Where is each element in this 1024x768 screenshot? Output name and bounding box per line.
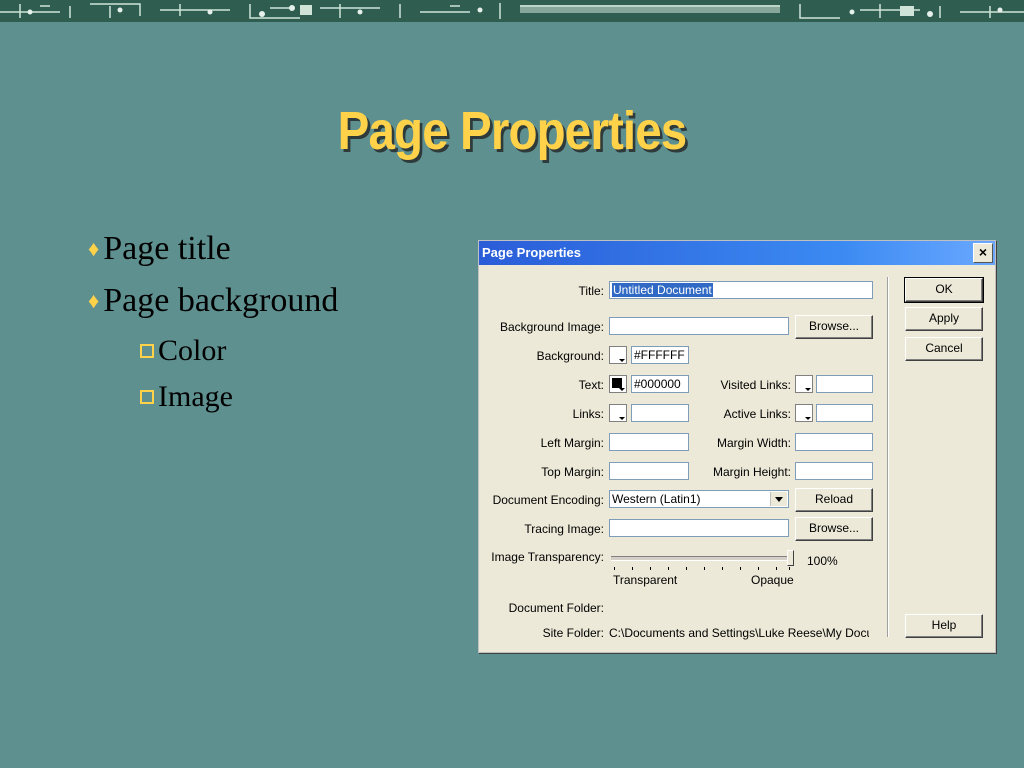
text-color-input[interactable]: #000000 [631, 375, 689, 393]
links-color-input[interactable] [631, 404, 689, 422]
background-color-input[interactable]: #FFFFFF [631, 346, 689, 364]
transparent-label: Transparent [613, 573, 678, 587]
swatch-fill [612, 378, 622, 388]
active-links-input[interactable] [816, 404, 873, 422]
margin-height-label: Margin Height: [712, 465, 791, 479]
bullet-text: Page title [103, 230, 231, 267]
image-transparency-label: Image Transparency: [491, 550, 604, 564]
margin-width-label: Margin Width: [716, 436, 791, 450]
sub-list-item: Image [140, 380, 468, 414]
cancel-button[interactable]: Cancel [905, 337, 983, 361]
sub-bullet-text: Color [158, 334, 227, 367]
links-color-label: Links: [572, 407, 604, 421]
links-color-swatch[interactable] [609, 404, 627, 422]
tracing-image-input[interactable] [609, 519, 789, 537]
top-margin-label: Top Margin: [541, 465, 604, 479]
background-color-label: Background: [536, 349, 604, 363]
slide-title: Page Properties [337, 101, 688, 161]
slider-tick [789, 567, 790, 570]
dropdown-arrow-icon [805, 417, 811, 420]
top-margin-input[interactable] [609, 462, 689, 480]
title-label: Title: [578, 284, 604, 298]
title-input[interactable]: Untitled Document [609, 281, 873, 299]
left-margin-input[interactable] [609, 433, 689, 451]
slider-tick [776, 567, 777, 570]
slider-tick [740, 567, 741, 570]
tracing-image-label: Tracing Image: [524, 522, 604, 536]
left-margin-label: Left Margin: [540, 436, 604, 450]
close-icon: × [978, 244, 988, 260]
close-button[interactable]: × [973, 243, 993, 263]
diamond-bullet-icon: ♦ [88, 288, 100, 313]
transparency-value: 100% [807, 554, 838, 568]
visited-links-label: Visited Links: [720, 378, 791, 392]
document-folder-label: Document Folder: [508, 601, 604, 615]
bullet-text: Page background [103, 282, 339, 319]
site-folder-value: C:\Documents and Settings\Luke Reese\My … [609, 626, 869, 640]
visited-links-input[interactable] [816, 375, 873, 393]
margin-width-input[interactable] [795, 433, 873, 451]
transparency-slider-thumb[interactable] [787, 550, 794, 566]
slider-tick [704, 567, 705, 570]
slider-tick [614, 567, 615, 570]
sub-list-item: Color [140, 334, 468, 368]
opaque-label: Opaque [751, 573, 794, 587]
background-color-swatch[interactable] [609, 346, 627, 364]
browse-background-button[interactable]: Browse... [795, 315, 873, 339]
dropdown-arrow-icon [619, 417, 625, 420]
slider-tick [722, 567, 723, 570]
vertical-divider [887, 277, 888, 637]
background-image-label: Background Image: [499, 320, 604, 334]
apply-button[interactable]: Apply [905, 307, 983, 331]
background-image-input[interactable] [609, 317, 789, 335]
list-item: ♦ Page title [88, 230, 468, 268]
active-links-label: Active Links: [723, 407, 791, 421]
site-folder-label: Site Folder: [542, 626, 604, 640]
slider-tick [686, 567, 687, 570]
margin-height-input[interactable] [795, 462, 873, 480]
visited-links-swatch[interactable] [795, 375, 813, 393]
list-item: ♦ Page background [88, 282, 468, 320]
slider-tick [668, 567, 669, 570]
dropdown-arrow-icon [619, 388, 625, 391]
help-button[interactable]: Help [905, 614, 983, 638]
dialog-title: Page Properties [482, 245, 581, 260]
document-encoding-select[interactable]: Western (Latin1) [609, 490, 789, 508]
dropdown-arrow-icon [619, 359, 625, 362]
transparency-slider-track[interactable] [611, 556, 789, 561]
reload-button[interactable]: Reload [795, 488, 873, 512]
bullet-list: ♦ Page title ♦ Page background Color Ima… [88, 230, 468, 426]
dialog-titlebar[interactable]: Page Properties × [479, 241, 995, 265]
diamond-bullet-icon: ♦ [88, 236, 100, 261]
circuit-board-banner [0, 0, 1024, 22]
dropdown-arrow-icon [805, 388, 811, 391]
active-links-swatch[interactable] [795, 404, 813, 422]
document-encoding-value: Western (Latin1) [612, 492, 701, 506]
text-color-swatch[interactable] [609, 375, 627, 393]
page-properties-dialog: Page Properties × Title: Untitled Docume… [478, 240, 996, 653]
browse-tracing-button[interactable]: Browse... [795, 517, 873, 541]
chevron-down-icon[interactable] [770, 492, 787, 506]
ok-button[interactable]: OK [904, 277, 984, 303]
document-encoding-label: Document Encoding: [492, 493, 604, 507]
sub-bullet-text: Image [158, 380, 233, 413]
slider-tick [650, 567, 651, 570]
slider-tick [632, 567, 633, 570]
square-bullet-icon [140, 390, 154, 404]
square-bullet-icon [140, 344, 154, 358]
text-color-label: Text: [578, 378, 604, 392]
slider-tick [758, 567, 759, 570]
title-input-value: Untitled Document [612, 283, 713, 297]
